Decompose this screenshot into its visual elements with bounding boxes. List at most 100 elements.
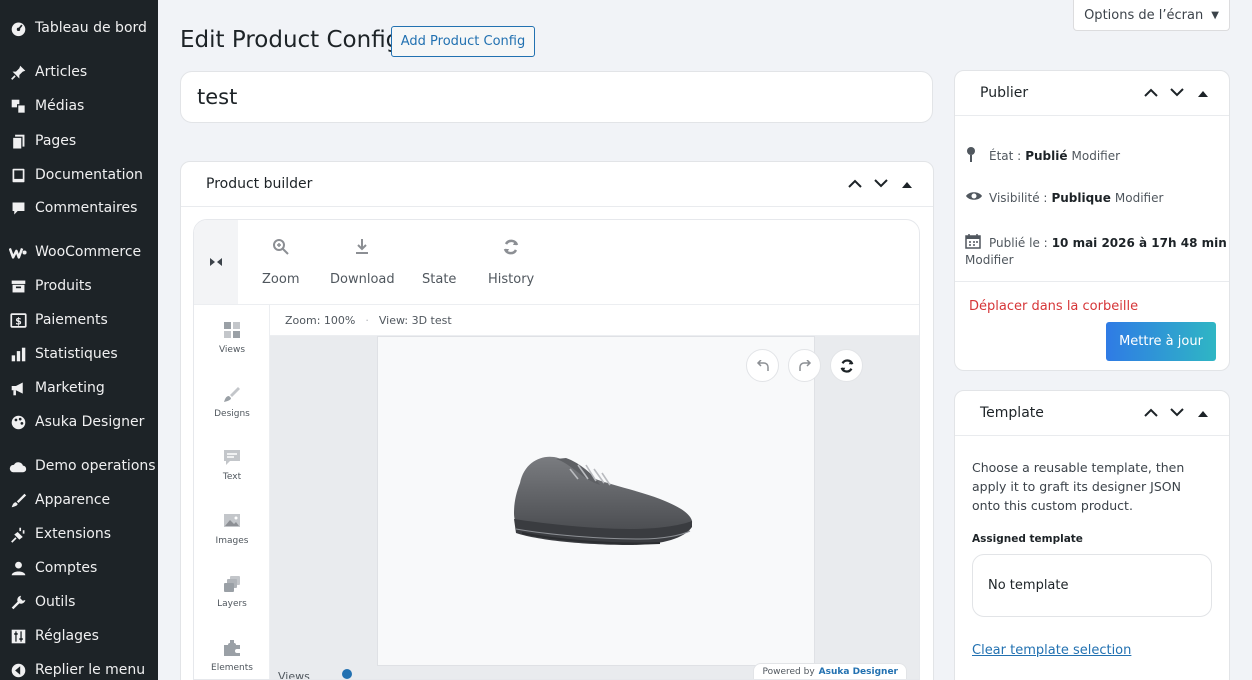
add-product-config-button[interactable]: Add Product Config xyxy=(391,26,535,57)
menu-item-reglages[interactable]: Réglages xyxy=(0,621,158,651)
menu-item-produits[interactable]: Produits xyxy=(0,271,158,301)
screen-options-button[interactable]: Options de l’écran ▼ xyxy=(1073,0,1230,31)
rail-views-button[interactable]: Views xyxy=(194,321,270,355)
menu-label: Produits xyxy=(35,278,92,294)
toggle-panel-icon[interactable] xyxy=(899,177,915,192)
download-tool-button[interactable]: Download xyxy=(330,238,395,287)
views-toggle[interactable] xyxy=(342,669,352,679)
menu-item-woocommerce[interactable]: WooCommerce xyxy=(0,237,158,267)
megaphone-icon xyxy=(9,379,27,397)
screen-options-label: Options de l’écran xyxy=(1084,7,1204,23)
move-down-icon[interactable] xyxy=(873,177,889,192)
product-builder-header: Product builder xyxy=(181,162,933,207)
zoom-tool-button[interactable]: Zoom xyxy=(262,238,299,287)
move-down-icon[interactable] xyxy=(1169,86,1185,101)
template-title: Template xyxy=(980,405,1044,421)
status-value: Publié xyxy=(1025,149,1068,163)
comment-icon xyxy=(9,199,27,217)
collapse-icon xyxy=(9,661,27,679)
menu-label: Statistiques xyxy=(35,346,118,362)
rail-images-button[interactable]: Images xyxy=(194,512,270,546)
images-icon xyxy=(223,512,241,532)
powered-by-text: Powered by xyxy=(762,666,815,677)
eye-icon xyxy=(965,190,985,206)
design-canvas[interactable] xyxy=(377,336,863,666)
menu-item-statistiques[interactable]: Statistiques xyxy=(0,339,158,369)
svg-text:$: $ xyxy=(15,316,22,327)
state-tool-button[interactable]: State xyxy=(422,238,456,287)
move-to-trash-link[interactable]: Déplacer dans la corbeille xyxy=(969,299,1138,314)
rail-layers-button[interactable]: Layers xyxy=(194,575,270,609)
menu-item-demo-operations[interactable]: Demo operations xyxy=(0,451,158,481)
tool-label: History xyxy=(488,272,535,287)
toggle-sidebar-button[interactable] xyxy=(194,220,238,304)
history-tool-button[interactable]: History xyxy=(488,238,534,287)
separator: · xyxy=(365,313,369,327)
menu-label: Pages xyxy=(35,133,77,149)
redo-button[interactable] xyxy=(788,349,821,382)
publish-title: Publier xyxy=(980,85,1029,101)
rail-label: Elements xyxy=(211,663,253,673)
menu-item-dashboard[interactable]: Tableau de bord xyxy=(0,13,158,43)
template-select[interactable]: No template xyxy=(972,554,1212,617)
collapse-menu-button[interactable]: Replier le menu xyxy=(0,655,158,680)
menu-item-paiements[interactable]: $ Paiements xyxy=(0,305,158,335)
menu-item-comptes[interactable]: Comptes xyxy=(0,553,158,583)
publish-date-row: Publié le : 10 mai 2026 à 17h 48 min xyxy=(965,233,1227,253)
menu-item-asuka-designer[interactable]: Asuka Designer xyxy=(0,407,158,437)
template-description: Choose a reusable template, then apply i… xyxy=(972,460,1185,513)
edit-visibility-link[interactable]: Modifier xyxy=(1115,191,1164,205)
undo-button[interactable] xyxy=(746,349,779,382)
canvas-area: Views Powered by Asuka Designer xyxy=(270,336,919,679)
download-icon xyxy=(354,238,370,260)
menu-item-extensions[interactable]: Extensions xyxy=(0,519,158,549)
sneaker-image xyxy=(514,456,693,545)
box-controls xyxy=(847,162,915,207)
menu-label: WooCommerce xyxy=(35,244,142,260)
clear-template-link[interactable]: Clear template selection xyxy=(972,643,1131,658)
menu-item-articles[interactable]: Articles xyxy=(0,57,158,87)
post-title-input[interactable]: test xyxy=(180,71,933,123)
calendar-icon xyxy=(965,233,985,253)
menu-item-documentation[interactable]: Documentation xyxy=(0,160,158,190)
menu-label: Extensions xyxy=(35,526,112,542)
edit-status-link[interactable]: Modifier xyxy=(1072,149,1121,163)
admin-sidebar: Tableau de bord Articles Médias Pages Do… xyxy=(0,0,158,680)
toggle-panel-icon[interactable] xyxy=(1195,86,1211,101)
rail-elements-button[interactable]: Elements xyxy=(194,639,270,673)
menu-item-apparence[interactable]: Apparence xyxy=(0,485,158,515)
menu-item-commentaires[interactable]: Commentaires xyxy=(0,193,158,223)
plug-icon xyxy=(9,525,27,543)
views-toggle-label: Views xyxy=(278,670,310,680)
brush-icon xyxy=(9,491,27,509)
move-down-icon[interactable] xyxy=(1169,406,1185,421)
update-button[interactable]: Mettre à jour xyxy=(1106,322,1216,361)
template-box: Template Choose a reusable template, the… xyxy=(954,390,1230,680)
menu-item-marketing[interactable]: Marketing xyxy=(0,373,158,403)
tool-label: Zoom xyxy=(262,272,300,287)
menu-item-medias[interactable]: Médias xyxy=(0,91,158,121)
toggle-panel-icon[interactable] xyxy=(1195,406,1211,421)
rail-designs-button[interactable]: Designs xyxy=(194,385,270,419)
page-title: Edit Product Config xyxy=(180,27,401,53)
rail-label: Designs xyxy=(214,409,250,419)
wrench-icon xyxy=(9,593,27,611)
menu-item-pages[interactable]: Pages xyxy=(0,126,158,156)
layers-icon xyxy=(223,575,241,595)
woocommerce-icon xyxy=(9,243,27,261)
archive-icon xyxy=(9,277,27,295)
move-up-icon[interactable] xyxy=(847,177,863,192)
designer-status-bar: Zoom: 100% · View: 3D test xyxy=(270,305,919,336)
rail-label: Views xyxy=(218,345,246,355)
refresh-icon xyxy=(840,358,853,373)
edit-date-link[interactable]: Modifier xyxy=(965,253,1014,267)
powered-by-badge: Powered by Asuka Designer xyxy=(753,663,907,679)
visibility-value: Publique xyxy=(1051,191,1111,205)
move-up-icon[interactable] xyxy=(1143,86,1159,101)
refresh-button[interactable] xyxy=(830,349,863,382)
rail-text-button[interactable]: Text xyxy=(194,448,270,482)
menu-label: Médias xyxy=(35,98,85,114)
visibility-row: Visibilité : Publique Modifier xyxy=(965,190,1163,206)
menu-item-outils[interactable]: Outils xyxy=(0,587,158,617)
move-up-icon[interactable] xyxy=(1143,406,1159,421)
